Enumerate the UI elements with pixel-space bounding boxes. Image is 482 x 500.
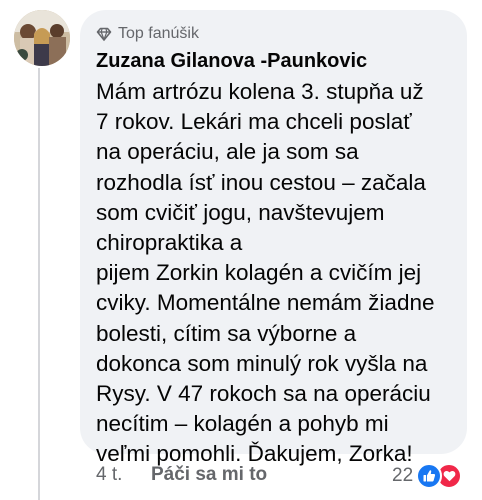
diamond-icon <box>96 26 112 42</box>
comment-text: Mám artrózu kolena 3. stupňa už 7 rokov.… <box>96 77 467 470</box>
comment-line: 7 rokov. Lekári ma chceli poslať <box>96 109 412 135</box>
avatar[interactable] <box>14 10 70 66</box>
thread-line <box>38 68 40 500</box>
comment-screen: Top fanúšik Zuzana Gilanova -Paunkovic M… <box>0 0 482 500</box>
badge-label: Top fanúšik <box>118 25 199 42</box>
reactions-summary[interactable]: 22 <box>392 462 463 490</box>
comment-line: som cvičiť jogu, navštevujem <box>96 199 385 225</box>
comment-line: cviky. Momentálne nemám žiadne <box>96 290 435 316</box>
comment-line: na operáciu, ale ja som sa <box>96 139 359 165</box>
like-button[interactable]: Páči sa mi to <box>151 464 267 486</box>
comment-line: Mám artrózu kolena 3. stupňa už <box>96 79 424 104</box>
comment-line: chiropraktika a <box>96 230 243 256</box>
comment-line: bolesti, cítim sa výborne a <box>96 320 357 346</box>
comment-bubble: Top fanúšik Zuzana Gilanova -Paunkovic M… <box>80 10 467 466</box>
thumbs-up-icon <box>416 463 443 489</box>
reaction-count: 22 <box>392 465 414 486</box>
comment-line: Rysy. V 47 rokoch sa na operáciu <box>96 381 431 407</box>
comment-timestamp[interactable]: 4 t. <box>96 464 122 486</box>
comment-line: pijem Zorkin kolagén a cvičím jej <box>96 260 422 286</box>
comment-footer: 4 t. Páči sa mi to 22 <box>0 462 482 490</box>
top-fan-badge: Top fanúšik <box>96 23 467 45</box>
comment-line: dokonca som minulý rok vyšla na <box>96 350 428 376</box>
author-name[interactable]: Zuzana Gilanova -Paunkovic <box>96 48 467 74</box>
comment-line: rozhodla ísť inou cestou – začala <box>96 169 426 195</box>
avatar-photo <box>14 10 70 66</box>
comment-line: necítim – kolagén a pohyb mi <box>96 411 389 437</box>
